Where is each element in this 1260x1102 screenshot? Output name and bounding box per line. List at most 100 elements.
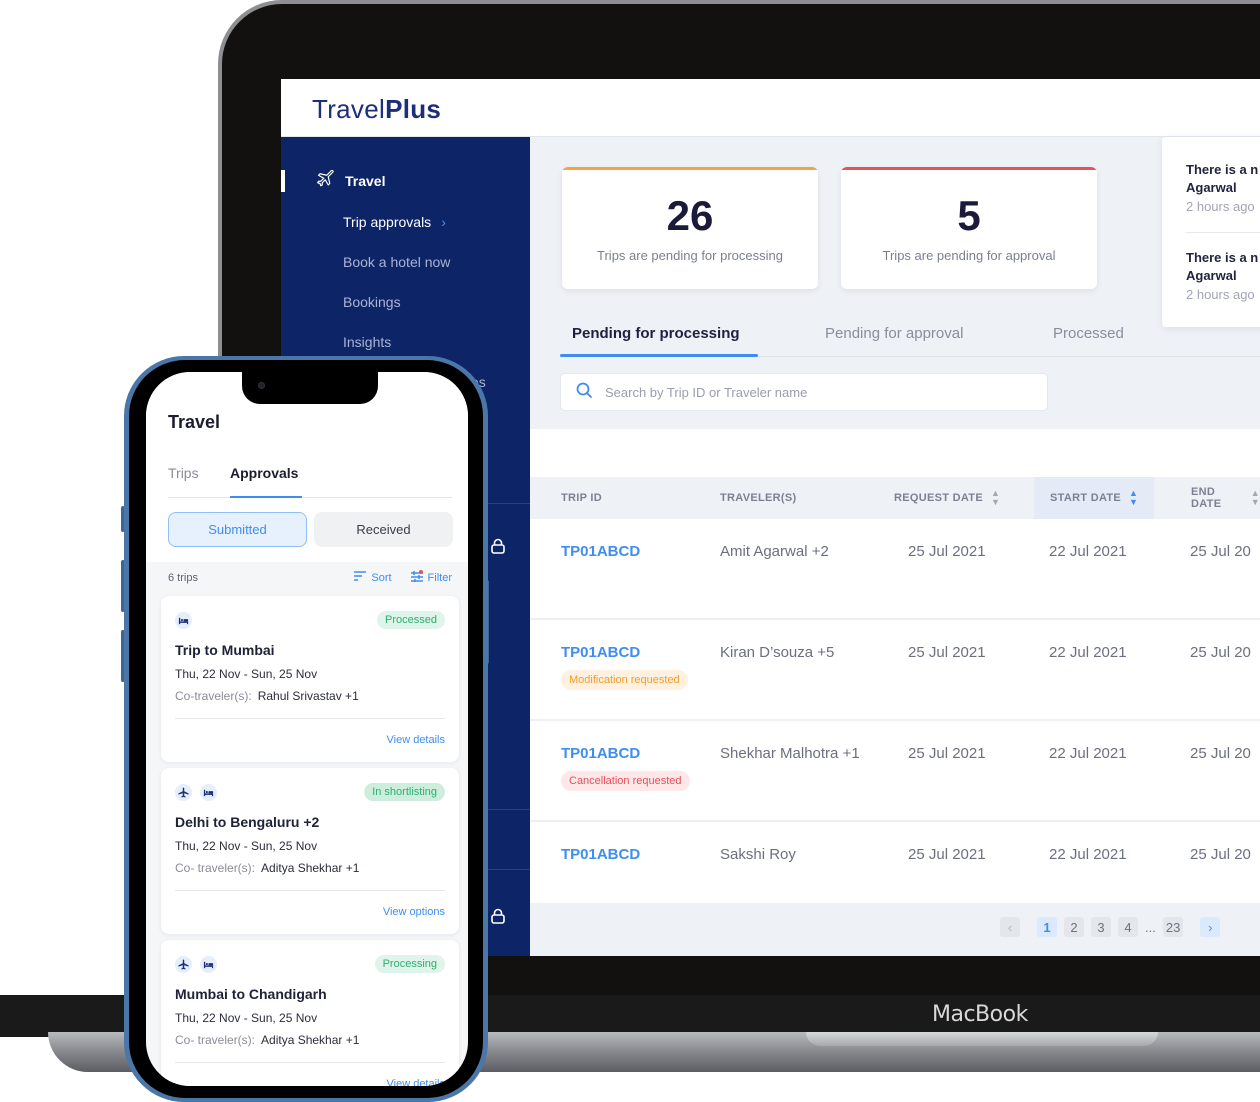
column-label: START DATE <box>1050 492 1122 504</box>
sidebar-item-insights[interactable]: Insights <box>343 334 391 350</box>
phone-tab-bar: Trips Approvals <box>168 452 452 498</box>
co-travelers-label: Co- traveler(s): <box>175 861 256 875</box>
tab-bar: Pending for processing Pending for appro… <box>560 317 1260 357</box>
lock-icon[interactable] <box>489 537 507 555</box>
card-divider <box>175 1062 445 1063</box>
table-row[interactable]: TP01ABCD Amit Agarwal +2 25 Jul 2021 22 … <box>530 519 1260 620</box>
status-badge: Modification requested <box>561 670 688 690</box>
trip-card[interactable]: Processed Trip to Mumbai Thu, 22 Nov - S… <box>161 596 459 762</box>
sidebar-item-bookings[interactable]: Bookings <box>343 294 401 310</box>
start-date-cell: 22 Jul 2021 <box>1049 644 1127 661</box>
device-label: MacBook <box>932 1002 1028 1027</box>
co-travelers: Co- traveler(s): Aditya Shekhar +1 <box>175 1033 359 1047</box>
sort-icon[interactable]: ▲ ▼ <box>991 489 1000 507</box>
notification-time: 2 hours ago <box>1186 287 1255 302</box>
view-options-link[interactable]: View options <box>383 906 445 918</box>
end-date-cell: 25 Jul 20 <box>1190 745 1251 762</box>
sidebar-item-trip-approvals[interactable]: Trip approvals › <box>343 214 446 230</box>
trip-title: Trip to Mumbai <box>175 642 275 658</box>
view-details-link[interactable]: View details <box>387 734 446 746</box>
column-label: REQUEST DATE <box>894 492 983 504</box>
page-button[interactable]: 2 <box>1064 917 1084 937</box>
sidebar-active-indicator <box>281 170 285 192</box>
column-header-travelers: TRAVELER(S) <box>720 477 796 519</box>
stat-card-processing[interactable]: 26 Trips are pending for processing <box>562 167 818 289</box>
next-page-button[interactable]: › <box>1200 917 1221 937</box>
trip-id-link[interactable]: TP01ABCD <box>561 846 640 863</box>
table-row[interactable]: TP01ABCD Modification requested Kiran D’… <box>530 620 1260 721</box>
pagination-ellipsis: ... <box>1145 919 1156 935</box>
co-travelers: Co- traveler(s): Aditya Shekhar +1 <box>175 861 359 875</box>
trip-id-link[interactable]: TP01ABCD <box>561 745 640 762</box>
co-travelers-value: Aditya Shekhar +1 <box>261 1033 360 1047</box>
column-header-request-date[interactable]: REQUEST DATE ▲ ▼ <box>894 477 1000 519</box>
sort-button[interactable]: Sort <box>353 570 392 585</box>
stat-accent-bar <box>841 167 1097 170</box>
page-button[interactable]: 4 <box>1118 917 1138 937</box>
sort-icon[interactable]: ▲ ▼ <box>1251 489 1260 507</box>
phone-tab-trips[interactable]: Trips <box>168 465 199 481</box>
search-input[interactable] <box>605 384 1005 400</box>
trip-card[interactable]: In shortlisting Delhi to Bengaluru +2 Th… <box>161 768 459 934</box>
airplane-icon <box>317 169 335 191</box>
tab-processed[interactable]: Processed <box>1053 325 1124 342</box>
stat-accent-bar <box>562 167 818 170</box>
tab-pending-approval[interactable]: Pending for approval <box>825 325 963 342</box>
trip-card[interactable]: Processing Mumbai to Chandigarh Thu, 22 … <box>161 940 459 1086</box>
trip-status-badge: In shortlisting <box>364 783 445 801</box>
trip-dates: Thu, 22 Nov - Sun, 25 Nov <box>175 667 318 681</box>
list-toolbar: 6 trips Sort Filter <box>168 570 452 585</box>
request-date-cell: 25 Jul 2021 <box>908 846 986 863</box>
trips-table: TRIP ID TRAVELER(S) REQUEST DATE ▲ ▼ START… <box>530 429 1260 956</box>
trip-count: 6 trips <box>168 571 198 584</box>
segment-received[interactable]: Received <box>314 512 453 547</box>
notification-item[interactable]: There is a n Agarwal 2 hours ago <box>1186 161 1260 214</box>
table-row[interactable]: TP01ABCD Cancellation requested Shekhar … <box>530 721 1260 822</box>
prev-page-button[interactable]: ‹ <box>1000 917 1020 937</box>
filter-button[interactable]: Filter <box>410 570 452 585</box>
tab-pending-processing[interactable]: Pending for processing <box>572 325 740 342</box>
page-button[interactable]: 1 <box>1037 917 1057 937</box>
end-date-cell: 25 Jul 20 <box>1190 543 1251 560</box>
sidebar-item-label: Trip approvals <box>343 214 432 230</box>
notifications-panel: There is a n Agarwal 2 hours ago There i… <box>1162 137 1260 327</box>
trip-id-link[interactable]: TP01ABCD <box>561 543 640 560</box>
stat-value: 5 <box>957 192 981 239</box>
sort-icon[interactable]: ▲ ▼ <box>1129 489 1138 507</box>
notification-title: There is a n <box>1186 162 1259 177</box>
status-badge: Cancellation requested <box>561 771 690 791</box>
stat-label: Trips are pending for processing <box>597 248 783 263</box>
table-spacer <box>530 429 1260 477</box>
laptop-notch <box>806 1032 1158 1046</box>
trip-title: Delhi to Bengaluru +2 <box>175 814 320 830</box>
segment-submitted[interactable]: Submitted <box>168 512 307 547</box>
main-content: 26 Trips are pending for processing 5 Tr… <box>530 137 1260 956</box>
column-header-start-date[interactable]: START DATE ▲ ▼ <box>1034 477 1155 519</box>
notification-item[interactable]: There is a n Agarwal 2 hours ago <box>1186 249 1260 302</box>
phone-page-title: Travel <box>168 412 221 432</box>
page-button[interactable]: 3 <box>1091 917 1111 937</box>
sidebar-section-travel[interactable]: Travel <box>317 169 385 191</box>
sidebar-item-book-hotel[interactable]: Book a hotel now <box>343 254 450 270</box>
logo-light-text: Travel <box>312 94 386 124</box>
column-header-end-date[interactable]: END DATE ▲ ▼ <box>1191 477 1260 519</box>
phone-bezel: Travel Trips Approvals Submitted Receive… <box>129 360 483 1098</box>
page-button[interactable]: 23 <box>1162 917 1184 937</box>
start-date-cell: 22 Jul 2021 <box>1049 846 1127 863</box>
view-details-link[interactable]: View details <box>387 1078 446 1086</box>
notification-title-cont: Agarwal <box>1186 268 1237 283</box>
trip-status-badge: Processing <box>374 955 445 973</box>
app-logo[interactable]: TravelPlus <box>312 94 441 125</box>
lock-icon[interactable] <box>489 907 507 925</box>
notification-divider <box>1186 232 1260 233</box>
phone-tab-approvals[interactable]: Approvals <box>230 465 298 481</box>
search-box[interactable] <box>560 373 1048 411</box>
stat-card-approval[interactable]: 5 Trips are pending for approval <box>841 167 1097 289</box>
phone-notch <box>242 372 378 404</box>
co-travelers-value: Aditya Shekhar +1 <box>261 861 360 875</box>
trip-title: Mumbai to Chandigarh <box>175 986 327 1002</box>
co-travelers: Co-traveler(s): Rahul Srivastav +1 <box>175 689 359 703</box>
trip-id-link[interactable]: TP01ABCD <box>561 644 640 661</box>
search-icon <box>575 381 593 404</box>
travelers-cell: Sakshi Roy <box>720 846 796 863</box>
